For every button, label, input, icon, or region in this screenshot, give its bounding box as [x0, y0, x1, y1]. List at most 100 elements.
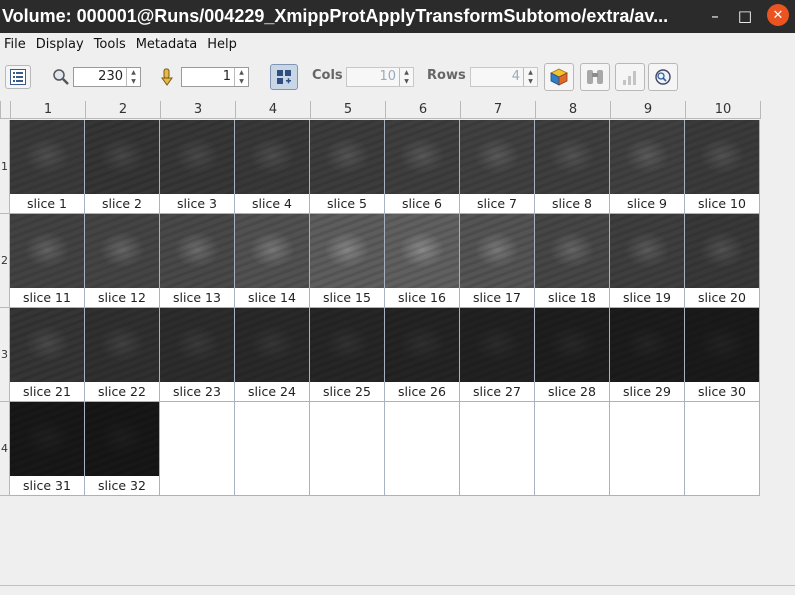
slice-cell[interactable]: slice 24: [235, 308, 310, 402]
slice-cell[interactable]: slice 20: [685, 214, 760, 308]
slice-cell[interactable]: slice 19: [610, 214, 685, 308]
slice-cell[interactable]: slice 29: [610, 308, 685, 402]
slice-thumbnail: [160, 120, 234, 194]
maximize-button[interactable]: □: [734, 6, 756, 26]
slice-thumbnail: [10, 214, 84, 288]
volume-3d-button[interactable]: [544, 63, 574, 91]
slice-cell[interactable]: slice 25: [310, 308, 385, 402]
histogram-icon: [623, 71, 636, 85]
zoom-icon: [53, 69, 69, 85]
slice-thumbnail: [85, 402, 159, 476]
slice-cell[interactable]: slice 26: [385, 308, 460, 402]
column-header[interactable]: 1: [10, 101, 86, 119]
slice-cell[interactable]: slice 28: [535, 308, 610, 402]
row-header[interactable]: 3: [0, 308, 10, 402]
column-header[interactable]: 8: [535, 101, 611, 119]
column-header[interactable]: 4: [235, 101, 311, 119]
slice-label: slice 17: [473, 290, 521, 305]
grid-toggle-button[interactable]: [270, 64, 298, 90]
slice-cell[interactable]: slice 10: [685, 120, 760, 214]
slice-cell[interactable]: slice 1: [10, 120, 85, 214]
slice-cell[interactable]: slice 30: [685, 308, 760, 402]
slice-cell[interactable]: slice 17: [460, 214, 535, 308]
slice-label: slice 28: [548, 384, 596, 399]
binoculars-icon: [587, 70, 603, 84]
slice-cell[interactable]: slice 13: [160, 214, 235, 308]
slice-cell[interactable]: slice 5: [310, 120, 385, 214]
slice-cell[interactable]: slice 3: [160, 120, 235, 214]
slice-cell[interactable]: slice 21: [10, 308, 85, 402]
volume-3d-icon: [550, 68, 568, 86]
slice-cell[interactable]: slice 32: [85, 402, 160, 496]
slice-thumbnail: [235, 120, 309, 194]
slice-thumbnail: [385, 214, 459, 288]
column-header[interactable]: 7: [460, 101, 536, 119]
menu-tools[interactable]: Tools: [90, 37, 132, 52]
column-header[interactable]: 5: [310, 101, 386, 119]
row-header[interactable]: 1: [0, 120, 10, 214]
menu-display[interactable]: Display: [32, 37, 90, 52]
slice-thumbnail: [460, 308, 534, 382]
slice-label: slice 24: [248, 384, 296, 399]
row-header[interactable]: 4: [0, 402, 10, 496]
slice-cell[interactable]: slice 12: [85, 214, 160, 308]
menu-help[interactable]: Help: [203, 37, 243, 52]
slice-cell[interactable]: slice 4: [235, 120, 310, 214]
slice-thumbnail: [535, 308, 609, 382]
close-button[interactable]: ✕: [767, 4, 789, 26]
slice-cell[interactable]: slice 15: [310, 214, 385, 308]
slice-label: slice 7: [477, 196, 517, 211]
slice-cell[interactable]: slice 8: [535, 120, 610, 214]
histogram-button[interactable]: [615, 63, 645, 91]
column-header[interactable]: 9: [610, 101, 686, 119]
slice-cell[interactable]: slice 31: [10, 402, 85, 496]
zoom-up-arrow[interactable]: ▲: [127, 68, 140, 77]
slice-cell[interactable]: slice 16: [385, 214, 460, 308]
slice-cell[interactable]: slice 14: [235, 214, 310, 308]
slice-thumbnail: [610, 120, 684, 194]
slice-thumbnail: [310, 214, 384, 288]
cols-label: Cols: [312, 68, 343, 83]
rows-value: 4: [511, 69, 520, 84]
column-header[interactable]: 3: [160, 101, 236, 119]
slice-cell[interactable]: slice 9: [610, 120, 685, 214]
binoculars-button[interactable]: [580, 63, 610, 91]
zoom-down-arrow[interactable]: ▼: [127, 77, 140, 86]
slice-label: slice 3: [177, 196, 217, 211]
slice-thumbnail: [685, 120, 759, 194]
row-header[interactable]: 2: [0, 214, 10, 308]
goto-spinner[interactable]: 1 ▲ ▼: [181, 67, 249, 87]
slice-cell[interactable]: slice 18: [535, 214, 610, 308]
zoom-spinner[interactable]: 230 ▲ ▼: [73, 67, 141, 87]
column-header[interactable]: 2: [85, 101, 161, 119]
slice-label: slice 13: [173, 290, 221, 305]
slice-cell[interactable]: slice 7: [460, 120, 535, 214]
slice-thumbnail: [610, 214, 684, 288]
goto-up-arrow[interactable]: ▲: [235, 68, 248, 77]
image-gallery-grid: 1 2 3 4 5 6 7 8 9 10 1 2 3 4 slice 1 slice 2 slice 3 slic…: [0, 101, 795, 585]
cols-down-arrow: ▼: [404, 78, 409, 85]
cols-spinner: 10 ▲ ▼: [346, 67, 414, 87]
title-bar: Volume: 000001@Runs/004229_XmippProtAppl…: [0, 0, 795, 33]
minimize-button[interactable]: –: [704, 6, 726, 26]
slice-cell[interactable]: slice 11: [10, 214, 85, 308]
slice-cell[interactable]: slice 22: [85, 308, 160, 402]
column-header[interactable]: 10: [685, 101, 761, 119]
slice-cell[interactable]: slice 27: [460, 308, 535, 402]
menu-metadata[interactable]: Metadata: [132, 37, 204, 52]
slice-label: slice 22: [98, 384, 146, 399]
slice-thumbnail: [685, 214, 759, 288]
rows-down-arrow: ▼: [528, 78, 533, 85]
slice-cell[interactable]: slice 2: [85, 120, 160, 214]
menu-bar: File Display Tools Metadata Help: [0, 33, 795, 55]
slice-label: slice 2: [102, 196, 142, 211]
list-view-button[interactable]: [5, 65, 31, 89]
goto-down-arrow[interactable]: ▼: [235, 77, 248, 86]
slice-cell[interactable]: slice 6: [385, 120, 460, 214]
rows-spinner: 4 ▲ ▼: [470, 67, 538, 87]
menu-file[interactable]: File: [0, 37, 32, 52]
search-button[interactable]: [648, 63, 678, 91]
slice-label: slice 11: [23, 290, 71, 305]
slice-cell[interactable]: slice 23: [160, 308, 235, 402]
column-header[interactable]: 6: [385, 101, 461, 119]
